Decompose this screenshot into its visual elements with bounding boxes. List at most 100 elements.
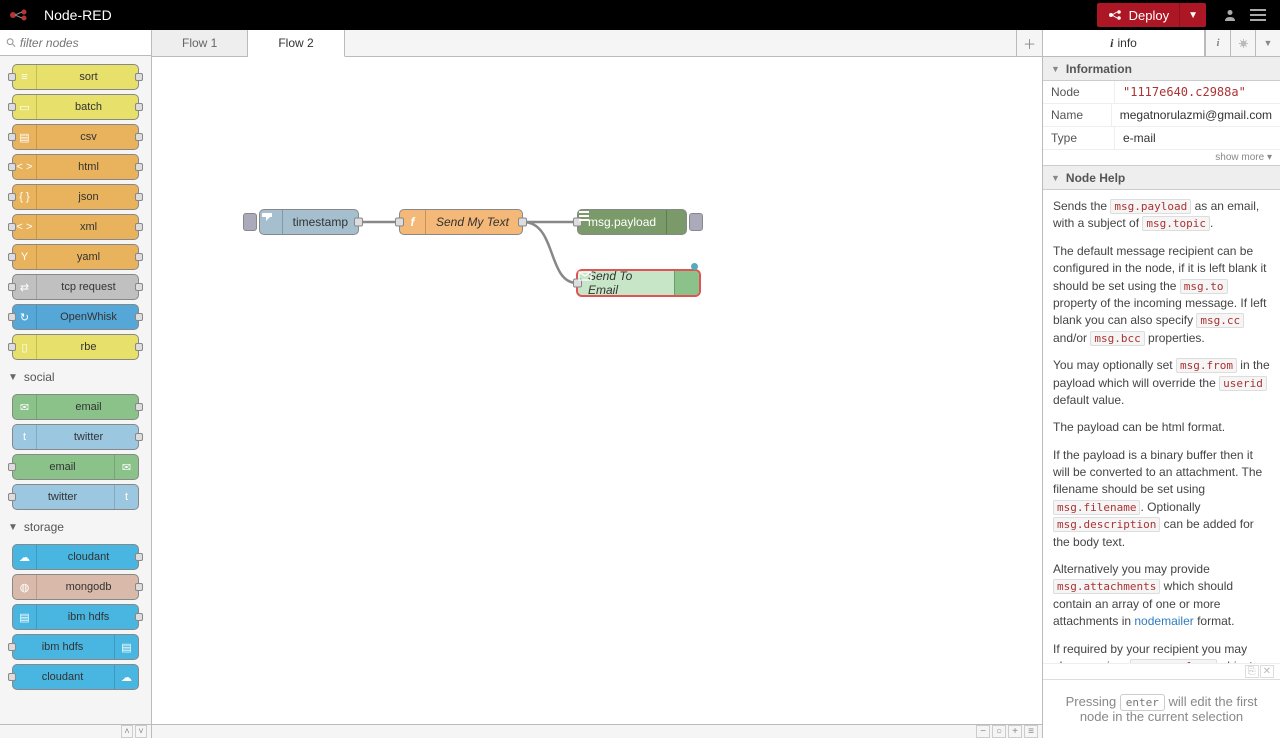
node-port[interactable]: [8, 343, 16, 351]
node-port-out[interactable]: [354, 218, 363, 227]
node-port[interactable]: [8, 253, 16, 261]
palette-node-json[interactable]: { }json: [12, 184, 139, 210]
palette-node-twitter[interactable]: twittert: [12, 484, 139, 510]
node-port[interactable]: [135, 103, 143, 111]
node-port[interactable]: [8, 673, 16, 681]
node-port[interactable]: [8, 313, 16, 321]
palette-node-twitter[interactable]: ttwitter: [12, 424, 139, 450]
info-icon: i: [1110, 36, 1113, 51]
show-more-link[interactable]: show more ▾: [1043, 150, 1280, 166]
node-type-icon: ◍: [13, 575, 37, 599]
palette-node-xml[interactable]: < >xml: [12, 214, 139, 240]
node-port[interactable]: [135, 283, 143, 291]
node-port[interactable]: [8, 73, 16, 81]
node-type-icon: ↻: [13, 305, 37, 329]
node-port[interactable]: [135, 163, 143, 171]
inject-button[interactable]: [243, 213, 257, 231]
palette-node-mongodb[interactable]: ◍mongodb: [12, 574, 139, 600]
node-port[interactable]: [135, 433, 143, 441]
palette-node-sort[interactable]: ≡sort: [12, 64, 139, 90]
node-port[interactable]: [135, 253, 143, 261]
node-port[interactable]: [135, 403, 143, 411]
palette-node-email[interactable]: email✉: [12, 454, 139, 480]
flow-node-email[interactable]: Send To Email: [577, 270, 700, 296]
node-port[interactable]: [8, 193, 16, 201]
node-port[interactable]: [135, 223, 143, 231]
zoom-in-icon[interactable]: +: [1008, 725, 1022, 738]
app-logo-icon: [8, 6, 36, 24]
node-port[interactable]: [135, 193, 143, 201]
menu-icon[interactable]: [1244, 3, 1272, 27]
sidebar-section-information[interactable]: ▼Information: [1043, 57, 1280, 81]
palette-node-cloudant[interactable]: cloudant☁: [12, 664, 139, 690]
node-port[interactable]: [8, 283, 16, 291]
user-icon[interactable]: [1216, 3, 1244, 27]
node-type-icon: ☁: [114, 665, 138, 689]
workspace: Flow 1Flow 2 ＋ timestamp f Send My Text: [152, 30, 1043, 738]
zoom-out-icon[interactable]: −: [976, 725, 990, 738]
tab-flow-2[interactable]: Flow 2: [248, 30, 344, 57]
sidebar-section-nodehelp[interactable]: ▼Node Help: [1043, 166, 1280, 190]
node-port[interactable]: [135, 553, 143, 561]
palette-panel: ≡sort ▭batch ▤csv < >html { }json < >xml Yyaml…: [0, 30, 152, 738]
node-port[interactable]: [135, 73, 143, 81]
flow-node-inject[interactable]: timestamp: [259, 209, 359, 235]
hint-close-icon[interactable]: ✕: [1260, 665, 1274, 678]
flow-node-debug[interactable]: msg.payload: [577, 209, 687, 235]
flow-canvas[interactable]: timestamp f Send My Text msg.payload: [152, 57, 1042, 724]
node-type-icon: ▤: [13, 125, 37, 149]
node-port[interactable]: [135, 583, 143, 591]
palette-search[interactable]: [0, 30, 151, 56]
palette-node-cloudant[interactable]: ☁cloudant: [12, 544, 139, 570]
palette-node-csv[interactable]: ▤csv: [12, 124, 139, 150]
palette-expand-icon[interactable]: ˅: [135, 725, 147, 738]
hint-controls: ⎘✕: [1043, 663, 1280, 679]
sidebar-info-icon[interactable]: i: [1205, 30, 1230, 56]
node-port[interactable]: [8, 643, 16, 651]
node-type-icon: ▤: [13, 605, 37, 629]
node-port[interactable]: [8, 103, 16, 111]
palette-category-social[interactable]: ▼social: [6, 364, 145, 390]
palette-footer: ˄ ˅: [0, 724, 151, 738]
tab-flow-1[interactable]: Flow 1: [152, 30, 248, 56]
palette-node-OpenWhisk[interactable]: ↻OpenWhisk: [12, 304, 139, 330]
node-port-out[interactable]: [518, 218, 527, 227]
node-port[interactable]: [8, 163, 16, 171]
node-port[interactable]: [135, 133, 143, 141]
palette-node-html[interactable]: < >html: [12, 154, 139, 180]
deploy-button[interactable]: Deploy ▼: [1097, 3, 1206, 27]
node-port[interactable]: [8, 493, 16, 501]
sidebar-tab-info[interactable]: i info: [1043, 30, 1205, 56]
node-port[interactable]: [135, 343, 143, 351]
node-port[interactable]: [135, 613, 143, 621]
palette-body[interactable]: ≡sort ▭batch ▤csv < >html { }json < >xml Yyaml…: [0, 56, 151, 724]
node-help-body[interactable]: Sends the msg.payload as an email, with …: [1043, 190, 1280, 663]
hint-text: Pressing enter will edit the first node …: [1043, 679, 1280, 738]
palette-node-batch[interactable]: ▭batch: [12, 94, 139, 120]
zoom-reset-icon[interactable]: ○: [992, 725, 1006, 738]
flow-node-function[interactable]: f Send My Text: [399, 209, 523, 235]
nodemailer-link[interactable]: nodemailer: [1134, 614, 1193, 628]
sidebar-caret-icon[interactable]: ▼: [1255, 30, 1280, 56]
deploy-icon: [1107, 9, 1123, 21]
palette-node-rbe[interactable]: ▯rbe: [12, 334, 139, 360]
palette-node-tcp-request[interactable]: ⇄tcp request: [12, 274, 139, 300]
view-list-icon[interactable]: ≡: [1024, 725, 1038, 738]
palette-node-ibm-hdfs[interactable]: ▤ibm hdfs: [12, 604, 139, 630]
node-port-in[interactable]: [395, 218, 404, 227]
node-port[interactable]: [135, 313, 143, 321]
palette-node-email[interactable]: ✉email: [12, 394, 139, 420]
palette-collapse-icon[interactable]: ˄: [121, 725, 133, 738]
node-port[interactable]: [8, 223, 16, 231]
node-port[interactable]: [8, 463, 16, 471]
tab-add-button[interactable]: ＋: [1016, 30, 1042, 56]
palette-search-input[interactable]: [20, 36, 145, 50]
palette-node-yaml[interactable]: Yyaml: [12, 244, 139, 270]
deploy-caret-icon[interactable]: ▼: [1180, 10, 1206, 21]
hint-copy-icon[interactable]: ⎘: [1245, 665, 1259, 678]
palette-node-ibm-hdfs[interactable]: ibm hdfs▤: [12, 634, 139, 660]
sidebar-debug-icon[interactable]: [1230, 30, 1255, 56]
node-port[interactable]: [8, 133, 16, 141]
palette-category-storage[interactable]: ▼storage: [6, 514, 145, 540]
debug-toggle[interactable]: [689, 213, 703, 231]
